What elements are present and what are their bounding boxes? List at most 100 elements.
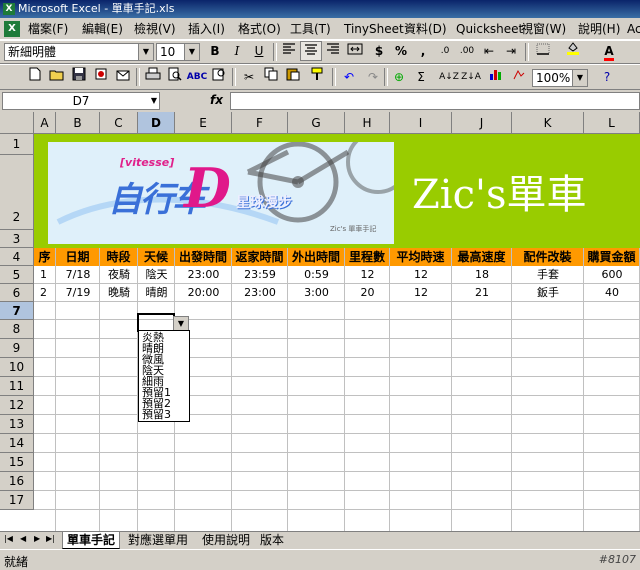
sheet-tab-bike-log[interactable]: 單車手記 [62, 532, 121, 549]
currency-button[interactable]: $ [368, 41, 390, 61]
column-header[interactable]: A [34, 112, 56, 134]
bold-button[interactable]: B [204, 41, 226, 61]
menu-tools[interactable]: 工具(T) [290, 21, 331, 37]
column-header[interactable]: B [56, 112, 100, 134]
font-color-icon[interactable]: A [598, 41, 620, 61]
open-folder-icon[interactable] [46, 67, 68, 87]
table-cell[interactable]: 600 [584, 266, 640, 284]
table-cell[interactable]: 40 [584, 284, 640, 302]
permission-icon[interactable] [90, 67, 112, 87]
column-header[interactable]: I [390, 112, 452, 134]
menu-edit[interactable]: 編輯(E) [82, 21, 123, 37]
menu-insert[interactable]: 插入(I) [188, 21, 225, 37]
menu-help[interactable]: 說明(H) [578, 21, 620, 37]
comma-button[interactable]: , [412, 41, 434, 61]
cut-icon[interactable]: ✂ [238, 67, 260, 87]
table-cell[interactable]: 23:00 [175, 266, 232, 284]
chevron-down-icon[interactable]: ▼ [138, 44, 153, 60]
next-sheet-icon[interactable]: ▶ [34, 534, 40, 543]
row-header[interactable]: 13 [0, 415, 34, 434]
column-header[interactable]: H [345, 112, 390, 134]
sheet-tab-lookup[interactable]: 對應選單用 [128, 532, 188, 548]
spelling-icon[interactable]: ABC [186, 67, 208, 87]
help-icon[interactable]: ? [596, 67, 618, 87]
sort-ascending-icon[interactable]: A↓Z [438, 67, 460, 87]
align-center-icon[interactable] [300, 41, 322, 61]
table-cell[interactable]: 23:00 [232, 284, 288, 302]
table-header-cell[interactable]: 出發時間 [175, 248, 232, 266]
zoom-combo[interactable]: 100% ▼ [532, 69, 588, 87]
table-cell[interactable]: 陰天 [138, 266, 175, 284]
borders-icon[interactable] [532, 41, 554, 61]
row-header[interactable]: 14 [0, 434, 34, 453]
table-header-cell[interactable]: 最高速度 [452, 248, 512, 266]
validation-dropdown-list[interactable]: 炎熱 晴朗 微風 陰天 細雨 預留1 預留2 預留3 [138, 330, 190, 422]
column-header[interactable]: E [175, 112, 232, 134]
row-header[interactable]: 11 [0, 377, 34, 396]
table-cell[interactable]: 2 [40, 284, 56, 302]
column-header[interactable]: L [584, 112, 640, 134]
menu-window[interactable]: 視窗(W) [521, 21, 566, 37]
table-cell[interactable]: 18 [452, 266, 512, 284]
underline-button[interactable]: U [248, 41, 270, 61]
table-header-cell[interactable]: 天候 [138, 248, 175, 266]
dropdown-option[interactable]: 預留3 [139, 409, 189, 420]
table-header-cell[interactable]: 序 [34, 248, 56, 266]
copy-icon[interactable] [260, 67, 282, 87]
table-cell[interactable]: 21 [452, 284, 512, 302]
table-header-cell[interactable]: 里程數 [345, 248, 390, 266]
save-icon[interactable] [68, 67, 90, 87]
row-header[interactable]: 10 [0, 358, 34, 377]
table-cell[interactable]: 手套 [512, 266, 584, 284]
redo-icon[interactable]: ↷ [362, 67, 384, 87]
column-header[interactable]: J [452, 112, 512, 134]
chevron-down-icon[interactable]: ▼ [572, 70, 587, 86]
row-header[interactable]: 16 [0, 472, 34, 491]
table-header-cell[interactable]: 外出時間 [288, 248, 345, 266]
table-cell[interactable]: 7/18 [56, 266, 100, 284]
insert-function-button[interactable]: fx [210, 93, 223, 107]
format-painter-icon[interactable] [306, 67, 328, 87]
row-header[interactable]: 4 [0, 248, 34, 266]
sheet-tab-instructions[interactable]: 使用說明 [202, 532, 250, 548]
percent-button[interactable]: % [390, 41, 412, 61]
row-header[interactable]: 7 [0, 302, 34, 320]
undo-icon[interactable]: ↶ [338, 67, 360, 87]
table-cell[interactable]: 12 [345, 266, 390, 284]
menu-view[interactable]: 檢視(V) [134, 21, 176, 37]
table-cell[interactable]: 7/19 [56, 284, 100, 302]
print-preview-icon[interactable] [164, 67, 186, 87]
table-header-cell[interactable]: 時段 [100, 248, 138, 266]
menu-tinysheet[interactable]: TinySheet [344, 21, 404, 37]
menu-acrobat[interactable]: Ac [627, 21, 640, 37]
last-sheet-icon[interactable]: ▶| [46, 534, 55, 543]
table-cell[interactable]: 晴朗 [138, 284, 175, 302]
column-header[interactable]: K [512, 112, 584, 134]
increase-decimal-button[interactable]: .0 [434, 41, 456, 61]
row-header[interactable]: 9 [0, 339, 34, 358]
italic-button[interactable]: I [226, 41, 248, 61]
sheet-tab-version[interactable]: 版本 [260, 532, 284, 548]
email-icon[interactable] [112, 67, 134, 87]
first-sheet-icon[interactable]: |◀ [4, 534, 13, 543]
align-left-icon[interactable] [278, 41, 300, 61]
row-header[interactable]: 3 [0, 230, 34, 248]
table-cell[interactable]: 夜騎 [100, 266, 138, 284]
row-header[interactable]: 15 [0, 453, 34, 472]
table-cell[interactable]: 20 [345, 284, 390, 302]
print-icon[interactable] [142, 67, 164, 87]
table-cell[interactable]: 3:00 [288, 284, 345, 302]
font-size-combo[interactable]: 10 ▼ [156, 43, 200, 61]
row-header[interactable]: 8 [0, 320, 34, 339]
drawing-icon[interactable] [508, 67, 530, 87]
research-icon[interactable] [208, 67, 230, 87]
merge-center-icon[interactable] [344, 41, 366, 61]
increase-indent-icon[interactable]: ⇥ [500, 41, 522, 61]
formula-input[interactable] [230, 92, 640, 110]
chevron-down-icon[interactable]: ▼ [151, 93, 157, 109]
row-header[interactable]: 5 [0, 266, 34, 284]
sort-descending-icon[interactable]: Z↓A [460, 67, 482, 87]
table-header-cell[interactable]: 平均時速 [390, 248, 452, 266]
menu-data[interactable]: 資料(D) [404, 21, 447, 37]
table-cell[interactable]: 0:59 [288, 266, 345, 284]
